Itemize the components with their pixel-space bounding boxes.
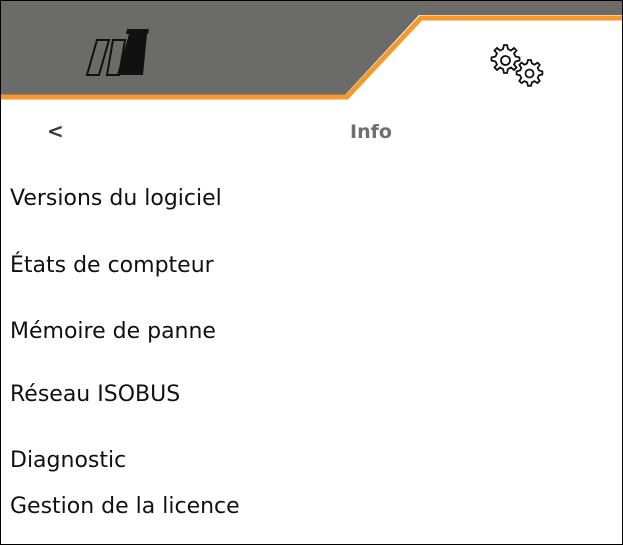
back-button[interactable]: < xyxy=(47,119,87,149)
tab-field[interactable] xyxy=(1,1,381,97)
menu-item-diagnostic[interactable]: Diagnostic xyxy=(10,448,126,473)
menu-item-license-management[interactable]: Gestion de la licence xyxy=(10,494,240,519)
tab-bar xyxy=(1,1,622,101)
menu-item-counter-states[interactable]: États de compteur xyxy=(10,253,214,278)
menu-item-isobus-network[interactable]: Réseau ISOBUS xyxy=(10,382,180,407)
page-header: < Info xyxy=(1,109,622,157)
page-title: Info xyxy=(350,121,392,143)
tab-settings[interactable] xyxy=(381,1,622,97)
menu-item-fault-memory[interactable]: Mémoire de panne xyxy=(10,319,216,344)
menu-item-software-versions[interactable]: Versions du logiciel xyxy=(10,186,222,211)
screen-frame: < Info Versions du logiciel États de com… xyxy=(0,0,623,545)
